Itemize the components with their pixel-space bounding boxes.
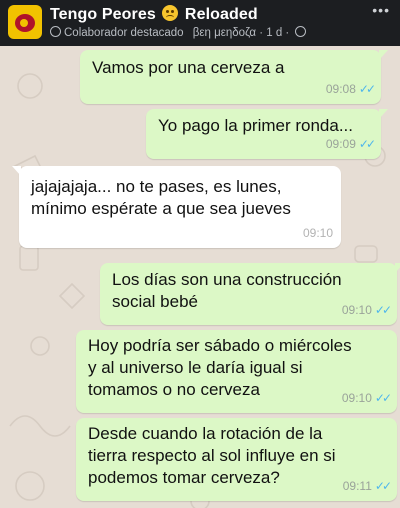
group-avatar[interactable] (8, 5, 42, 39)
bubble-tail (379, 109, 388, 119)
badge-icon (50, 26, 61, 37)
read-ticks-icon: ✓✓ (358, 82, 376, 96)
message-line: Desde cuando la rotación de la (88, 424, 323, 443)
group-name: Tengo Peores (50, 6, 156, 23)
message-meta: 09:11 ✓✓ (342, 475, 392, 497)
meta-separator-2: · (282, 27, 293, 39)
message-meta: 09:10 (303, 222, 333, 244)
read-ticks-icon: ✓✓ (374, 391, 392, 405)
message-bubble[interactable]: Vamos por una cerveza a 09:08 ✓✓ (80, 50, 388, 104)
message-time: 09:11 (342, 479, 372, 493)
message-line: social bebé (112, 292, 199, 311)
message-meta: 09:08 ✓✓ (325, 78, 376, 100)
message-text: Los días son una construcción social beb… (112, 269, 342, 313)
more-options-icon[interactable]: ••• (372, 3, 390, 17)
message-line: tomamos o no cerveza (88, 380, 260, 399)
message-bubble[interactable]: Los días son una construcción social beb… (100, 263, 400, 325)
message-line: Los días son una construcción (112, 270, 342, 289)
bubble-tail (395, 263, 400, 273)
message-time: 09:09 (325, 137, 356, 151)
message-text: Desde cuando la rotación de la tierra re… (88, 423, 336, 489)
bubble-tail (12, 166, 21, 176)
bubble-tail (379, 50, 388, 60)
group-title[interactable]: Tengo Peores Reloaded (50, 5, 258, 24)
message-time: 09:10 (341, 391, 372, 405)
message-bubble[interactable]: jajajajaja... no te pases, es lunes, mín… (12, 166, 341, 248)
group-suffix: Reloaded (184, 6, 258, 23)
post-meta: Colaborador destacado βεη μεηδοζα · 1 d … (50, 26, 307, 39)
avatar-logo-dot (20, 19, 28, 27)
message-line: podemos tomar cerveza? (88, 468, 280, 487)
message-bubble[interactable]: Desde cuando la rotación de la tierra re… (76, 418, 397, 501)
author-name[interactable]: βεη μεηδοζα (193, 27, 256, 39)
read-ticks-icon: ✓✓ (374, 479, 392, 493)
message-time: 09:08 (325, 82, 356, 96)
post-header: Tengo Peores Reloaded Colaborador destac… (0, 0, 400, 46)
message-meta: 09:10 ✓✓ (341, 387, 392, 409)
message-line: y al universo le daría igual si (88, 358, 303, 377)
message-line: Hoy podría ser sábado o miércoles (88, 336, 352, 355)
message-text: Vamos por una cerveza a (92, 58, 285, 77)
message-meta: 09:09 ✓✓ (325, 133, 376, 155)
message-line: mínimo espérate a que sea jueves (31, 199, 291, 218)
role-badge: Colaborador destacado (64, 27, 184, 39)
message-time: 09:10 (302, 226, 333, 240)
message-line: jajajajaja... no te pases, es lunes, (31, 177, 282, 196)
message-bubble[interactable]: Yo pago la primer ronda... 09:09 ✓✓ (146, 109, 388, 159)
post-time[interactable]: 1 d (266, 27, 282, 39)
message-text: Yo pago la primer ronda... (158, 116, 353, 135)
message-line: tierra respecto al sol influye en si (88, 446, 336, 465)
message-bubble[interactable]: Hoy podría ser sábado o miércoles y al u… (76, 330, 397, 413)
read-ticks-icon: ✓✓ (374, 303, 392, 317)
message-time: 09:10 (341, 303, 372, 317)
globe-icon (295, 26, 307, 37)
read-ticks-icon: ✓✓ (358, 137, 376, 151)
message-text: Hoy podría ser sábado o miércoles y al u… (88, 335, 352, 401)
message-meta: 09:10 ✓✓ (341, 299, 392, 321)
frowning-face-icon (162, 5, 179, 21)
message-text: jajajajaja... no te pases, es lunes, mín… (31, 176, 291, 220)
